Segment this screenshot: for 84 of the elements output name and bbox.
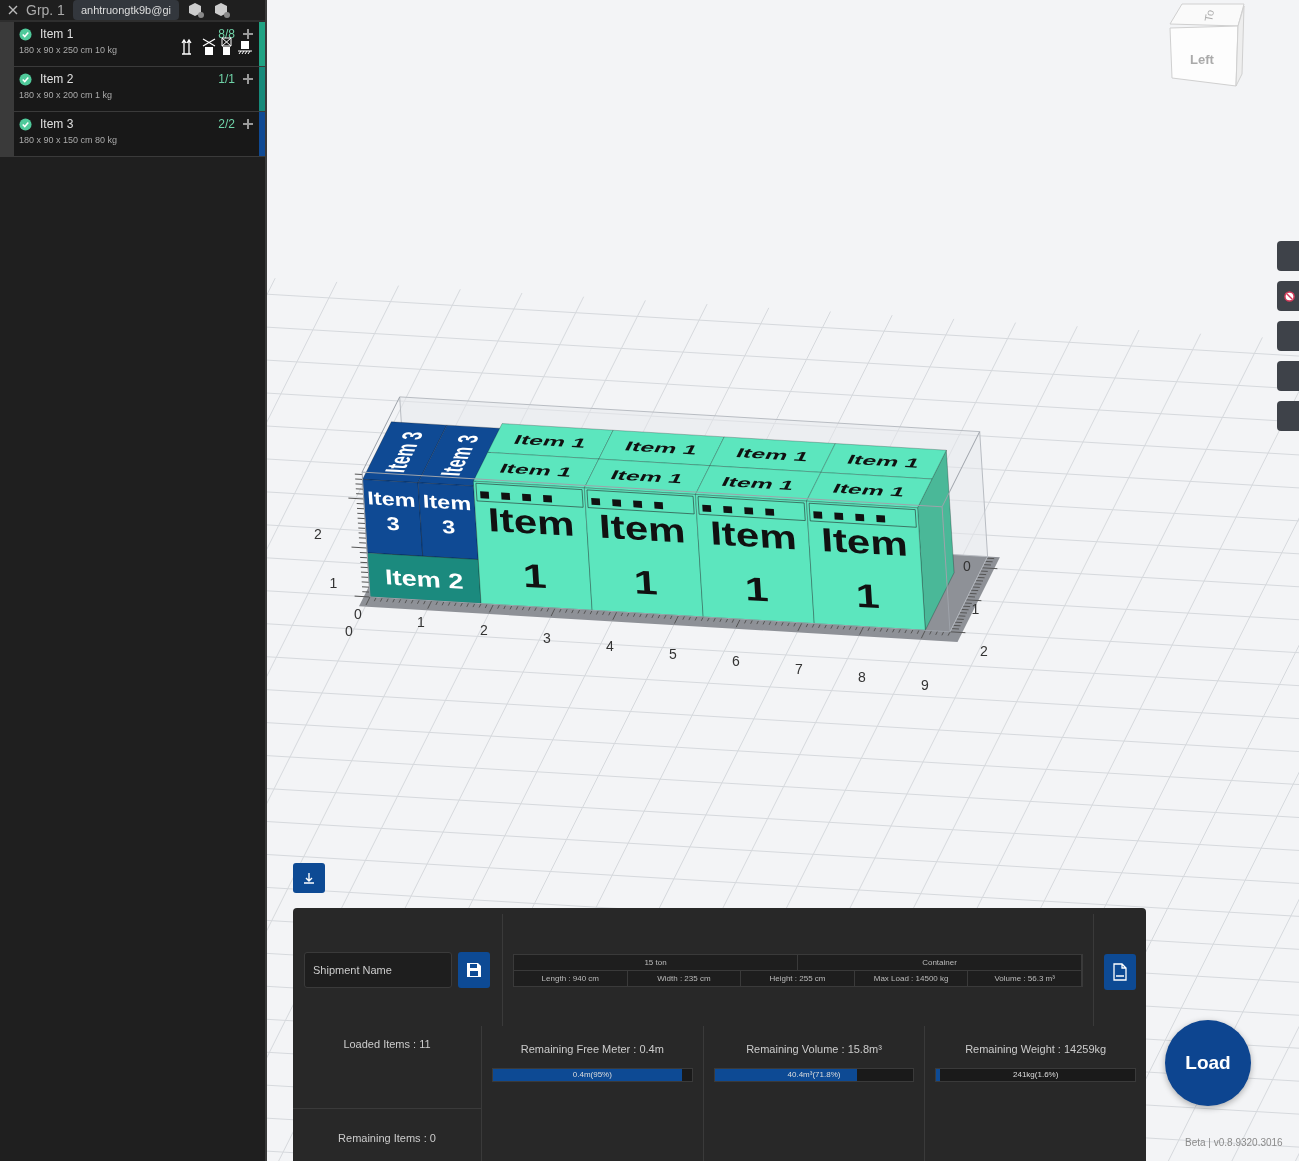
loaded-items-count: Loaded Items : 11 (293, 1026, 481, 1109)
cube-face-label: To (1202, 8, 1216, 23)
axis-label: 1 (971, 600, 980, 617)
axis-label: 1 (417, 613, 425, 630)
item-name: Item 2 (40, 72, 75, 86)
axis-label: 9 (921, 677, 929, 694)
save-icon (466, 962, 482, 978)
box-label: Item 1 (830, 481, 909, 500)
item-count: 2/2 (218, 117, 235, 131)
no-entry-icon (1284, 290, 1295, 302)
axis-label: 2 (980, 643, 988, 659)
box-label: Item 1 (844, 452, 923, 471)
item-row[interactable]: Item 1 8/8 180 x 90 x 250 cm 10 kg (0, 22, 265, 67)
progress-reading: 241kg(1.6%) (1012, 1070, 1060, 1079)
spec-cell: Volume : 56.3 m³ (968, 971, 1082, 986)
metric-title: Remaining Volume : 15.8m³ (746, 1043, 882, 1055)
box-label: Item 1 (709, 514, 798, 609)
box-label: Item 1 (733, 445, 812, 464)
download-arrow-icon (302, 871, 316, 885)
pdf-button[interactable] (1104, 954, 1136, 990)
spec-cell: Width : 235 cm (627, 971, 742, 986)
collapse-button[interactable] (293, 863, 325, 893)
box-label: Item 3 (366, 487, 417, 534)
spec-cell: Max Load : 14500 kg (854, 971, 969, 986)
plus-icon[interactable] (243, 74, 253, 84)
check-icon[interactable] (19, 117, 32, 131)
user-email[interactable]: anhtruongtk9b@gi (72, 0, 179, 20)
item-dimensions: 180 x 90 x 250 cm 10 kg (19, 45, 118, 55)
shipment-name-field[interactable]: Shipment Name (304, 952, 452, 988)
box-label: Item 1 (496, 461, 576, 480)
item-count: 8/8 (218, 27, 235, 41)
remaining-items-count: Remaining Items : 0 (337, 1131, 437, 1146)
axis-label: 6 (732, 653, 740, 670)
progress-reading: 40.4m³(71.8%) (786, 1070, 842, 1079)
progress-reading: 0.4m(95%) (571, 1070, 613, 1079)
metric-title: Remaining Weight : 14259kg (965, 1043, 1107, 1055)
item-dimensions: 180 x 90 x 150 cm 80 kg (19, 135, 118, 145)
item-dimensions: 180 x 90 x 200 cm 1 kg (19, 90, 113, 100)
box-settings-icon[interactable] (186, 1, 205, 19)
axis-label: 4 (606, 637, 614, 654)
axis-label: 2 (480, 621, 488, 638)
check-icon[interactable] (19, 27, 32, 41)
load-button[interactable]: Load (1165, 1020, 1251, 1106)
check-icon[interactable] (19, 72, 32, 86)
axis-label: 0 (963, 558, 971, 574)
box-settings-icon[interactable] (212, 1, 231, 19)
item-row[interactable]: Item 3 2/2 180 x 90 x 150 cm 80 kg (0, 112, 265, 157)
spec-header: Container (798, 955, 1082, 970)
axis-label: 7 (795, 661, 803, 678)
axis-label: 1 (329, 574, 338, 591)
axis-label: 3 (543, 629, 551, 646)
metric-title: Remaining Free Meter : 0.4m (520, 1043, 664, 1055)
save-button[interactable] (458, 952, 490, 988)
box-label: Item 2 (384, 564, 465, 594)
pdf-file-icon (1112, 963, 1128, 981)
box-label: Item 1 (598, 507, 687, 602)
plus-icon[interactable] (243, 29, 253, 39)
axis-label: 0 (345, 623, 353, 639)
item-name: Item 3 (40, 117, 75, 131)
box-label: Item 1 (820, 521, 909, 616)
box-label: Item 1 (719, 474, 798, 493)
box-label: Item 3 (378, 430, 430, 474)
spec-header: 15 ton (514, 955, 798, 970)
box-label: Item 1 (622, 438, 701, 458)
axis-label: 0 (354, 606, 362, 622)
item-name: Item 1 (40, 27, 75, 41)
axis-label: 2 (314, 526, 322, 542)
box-label: Item 1 (486, 501, 576, 596)
item-count: 1/1 (218, 72, 235, 86)
group-title: Grp. 1 (26, 2, 65, 18)
axis-label: 5 (669, 645, 677, 662)
plus-icon[interactable] (243, 119, 253, 129)
axis-label: 8 (858, 669, 866, 686)
spec-cell: Height : 255 cm (741, 971, 855, 986)
box-label: Item 1 (607, 467, 687, 486)
close-icon[interactable] (8, 5, 18, 15)
box-label: Item 3 (434, 434, 486, 477)
spec-cell: Length : 940 cm (514, 971, 628, 986)
version-label: Beta | v0.8.9320.3016 (1185, 1137, 1283, 1148)
box-label: Item 1 (511, 432, 590, 451)
toolbar-button[interactable] (1277, 281, 1299, 311)
item-row[interactable]: Item 2 1/1 180 x 90 x 200 cm 1 kg (0, 67, 265, 112)
box-label: Item 3 (422, 490, 472, 538)
cube-face-label: Left (1190, 52, 1214, 67)
